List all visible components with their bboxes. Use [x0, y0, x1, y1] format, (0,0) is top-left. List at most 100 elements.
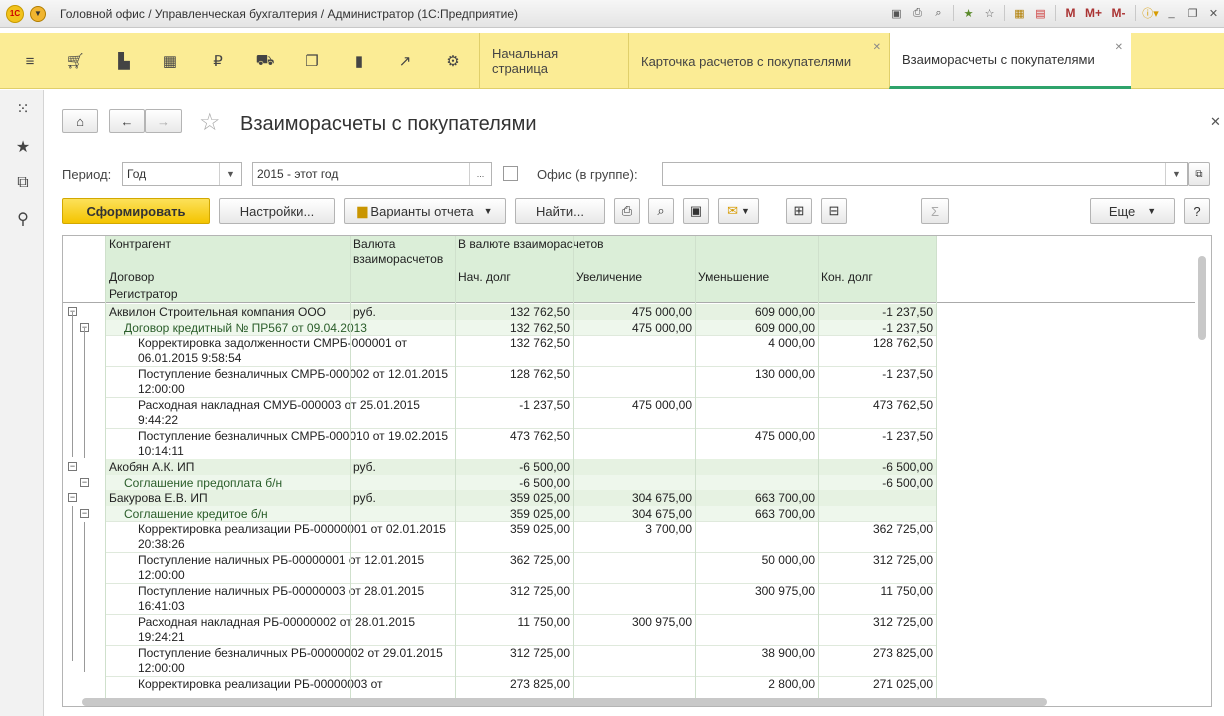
search-icon[interactable]: ⚲ — [12, 208, 34, 230]
info-icon[interactable]: ⓘ▾ — [1142, 4, 1160, 22]
menu-icon[interactable]: ≡ — [20, 51, 40, 71]
apps-grid-icon[interactable]: ⁙ — [12, 98, 34, 120]
counterparty-row-name: Аквилон Строительная компания ООО — [109, 305, 326, 319]
documents-icon[interactable]: ❐ — [302, 51, 322, 71]
increase-cell: 475 000,00 — [631, 398, 692, 412]
print-icon[interactable]: ⎙ — [909, 4, 927, 22]
chevron-down-icon[interactable]: ▼ — [219, 163, 241, 185]
decrease-cell: 475 000,00 — [754, 429, 815, 443]
start-debt-cell: 362 725,00 — [509, 553, 570, 567]
increase-cell — [573, 552, 695, 583]
cart-icon[interactable]: 🛒︎ — [65, 51, 85, 71]
tab-card-settlements[interactable]: Карточка расчетов с покупателями ✕ — [628, 33, 889, 89]
close-tab-icon[interactable]: ✕ — [873, 42, 881, 53]
registrar-row-name: Поступление безналичных СМРБ-000010 от 1… — [138, 429, 449, 458]
back-button[interactable]: ← — [109, 109, 145, 133]
decrease-cell — [695, 614, 818, 645]
increase-cell — [573, 645, 695, 676]
start-debt-cell: 359 025,00 — [509, 491, 570, 505]
chevron-down-icon: ▼ — [1147, 206, 1157, 216]
minimize-icon[interactable]: _ — [1163, 4, 1181, 22]
preview-button[interactable]: ⌕ — [648, 198, 674, 224]
email-button[interactable]: ✉ ▼ — [718, 198, 759, 224]
memory-mplus-icon[interactable]: M+ — [1083, 4, 1105, 22]
history-icon[interactable]: ⧉ — [12, 172, 34, 194]
registrar-row-name: Поступление наличных РБ-00000001 от 12.0… — [138, 553, 425, 582]
end-debt-cell: 473 762,50 — [872, 398, 933, 412]
collapse-group-icon[interactable]: − — [80, 478, 89, 487]
grid-icon[interactable]: ▦ — [160, 51, 180, 71]
trend-icon[interactable]: ↗ — [395, 51, 415, 71]
more-button[interactable]: Еще ▼ — [1090, 198, 1175, 224]
decrease-cell — [695, 397, 818, 428]
add-favorite-icon[interactable]: ☆ — [199, 108, 221, 137]
save-button[interactable]: ▣ — [683, 198, 709, 224]
report-area[interactable]: Контрагент Валюта взаиморасчетов В валюте … — [62, 235, 1212, 707]
bar-chart-icon[interactable]: ▮ — [349, 51, 369, 71]
vertical-scrollbar[interactable] — [1195, 250, 1209, 690]
truck-icon[interactable]: ⛟ — [255, 51, 275, 71]
collapse-group-icon[interactable]: − — [80, 509, 89, 518]
start-debt-cell: 132 762,50 — [509, 305, 570, 319]
collapse-group-icon[interactable]: − — [68, 462, 77, 471]
home-button[interactable]: ⌂ — [62, 109, 98, 133]
counterparty-row-name: Акобян А.К. ИП — [109, 460, 195, 474]
decrease-cell — [695, 459, 818, 475]
decrease-cell: 609 000,00 — [754, 305, 815, 319]
calculator-icon[interactable]: ▦ — [1011, 4, 1029, 22]
registrar-row-name: Корректировка реализации РБ-00000001 от … — [138, 522, 446, 551]
end-debt-cell: 362 725,00 — [872, 522, 933, 536]
open-office-icon[interactable]: ⧉ — [1188, 162, 1210, 186]
end-debt-cell: -1 237,50 — [882, 305, 933, 319]
collapse-groups-button[interactable]: ⊟ — [821, 198, 847, 224]
end-debt-cell: -1 237,50 — [882, 321, 933, 335]
memory-mminus-icon[interactable]: M- — [1108, 4, 1130, 22]
expand-groups-button[interactable]: ⊞ — [786, 198, 812, 224]
chevron-down-icon: ▼ — [483, 206, 493, 216]
close-icon[interactable]: ✕ — [1205, 4, 1223, 22]
period-value-field[interactable]: 2015 - этот год... — [252, 162, 492, 186]
office-field[interactable]: ▼ — [662, 162, 1188, 186]
start-debt-cell: 132 762,50 — [509, 321, 570, 335]
close-tab-icon[interactable]: ✕ — [1115, 42, 1123, 53]
ruble-icon[interactable]: ₽ — [208, 51, 228, 71]
forward-button[interactable]: → — [145, 109, 182, 133]
office-checkbox[interactable] — [503, 166, 518, 181]
horizontal-scrollbar[interactable] — [62, 696, 1197, 708]
calendar-icon[interactable]: ▤ — [1032, 4, 1050, 22]
start-debt-cell: -1 237,50 — [519, 398, 570, 412]
page-title: Взаиморасчеты с покупателями — [240, 113, 537, 135]
collapse-group-icon[interactable]: − — [68, 493, 77, 502]
memory-m-icon[interactable]: M — [1062, 4, 1080, 22]
increase-cell: 475 000,00 — [631, 305, 692, 319]
close-form-icon[interactable]: ✕ — [1210, 114, 1221, 130]
preview-icon[interactable]: ⌕ — [930, 4, 948, 22]
favorites-icon[interactable]: ★ — [12, 136, 34, 158]
grid-line — [818, 236, 819, 706]
more-button[interactable]: ... — [469, 163, 491, 185]
period-type-select[interactable]: Год ▼ — [122, 162, 242, 186]
settings-button[interactable]: Настройки... — [219, 198, 335, 224]
sum-button[interactable]: Σ — [921, 198, 949, 224]
start-debt-cell: 312 725,00 — [509, 646, 570, 660]
restore-icon[interactable]: ❐ — [1184, 4, 1202, 22]
main-menu-icon[interactable]: ▼ — [30, 5, 46, 22]
window-titlebar: 1С ▼ Головной офис / Управленческая бухг… — [0, 0, 1224, 28]
favorites-star-icon[interactable]: ★ — [960, 4, 978, 22]
gear-icon[interactable]: ⚙ — [443, 51, 463, 71]
increase-cell — [573, 583, 695, 614]
bag-icon[interactable]: ▙ — [114, 51, 134, 71]
header-counterparty: Контрагент — [106, 236, 350, 269]
tab-home[interactable]: Начальная страница — [479, 33, 628, 89]
tab-settlements[interactable]: Взаиморасчеты с покупателями ✕ — [889, 33, 1131, 89]
end-debt-cell: 312 725,00 — [872, 615, 933, 629]
print-button[interactable]: ⎙ — [614, 198, 640, 224]
chevron-down-icon[interactable]: ▼ — [1165, 163, 1187, 185]
generate-button[interactable]: Сформировать — [62, 198, 210, 224]
save-icon[interactable]: ▣ — [888, 4, 906, 22]
help-button[interactable]: ? — [1184, 198, 1210, 224]
bookmark-star-icon[interactable]: ☆ — [981, 4, 999, 22]
report-variants-button[interactable]: ▆ Варианты отчета ▼ — [344, 198, 506, 224]
find-button[interactable]: Найти... — [515, 198, 605, 224]
currency-cell: руб. — [353, 305, 376, 319]
